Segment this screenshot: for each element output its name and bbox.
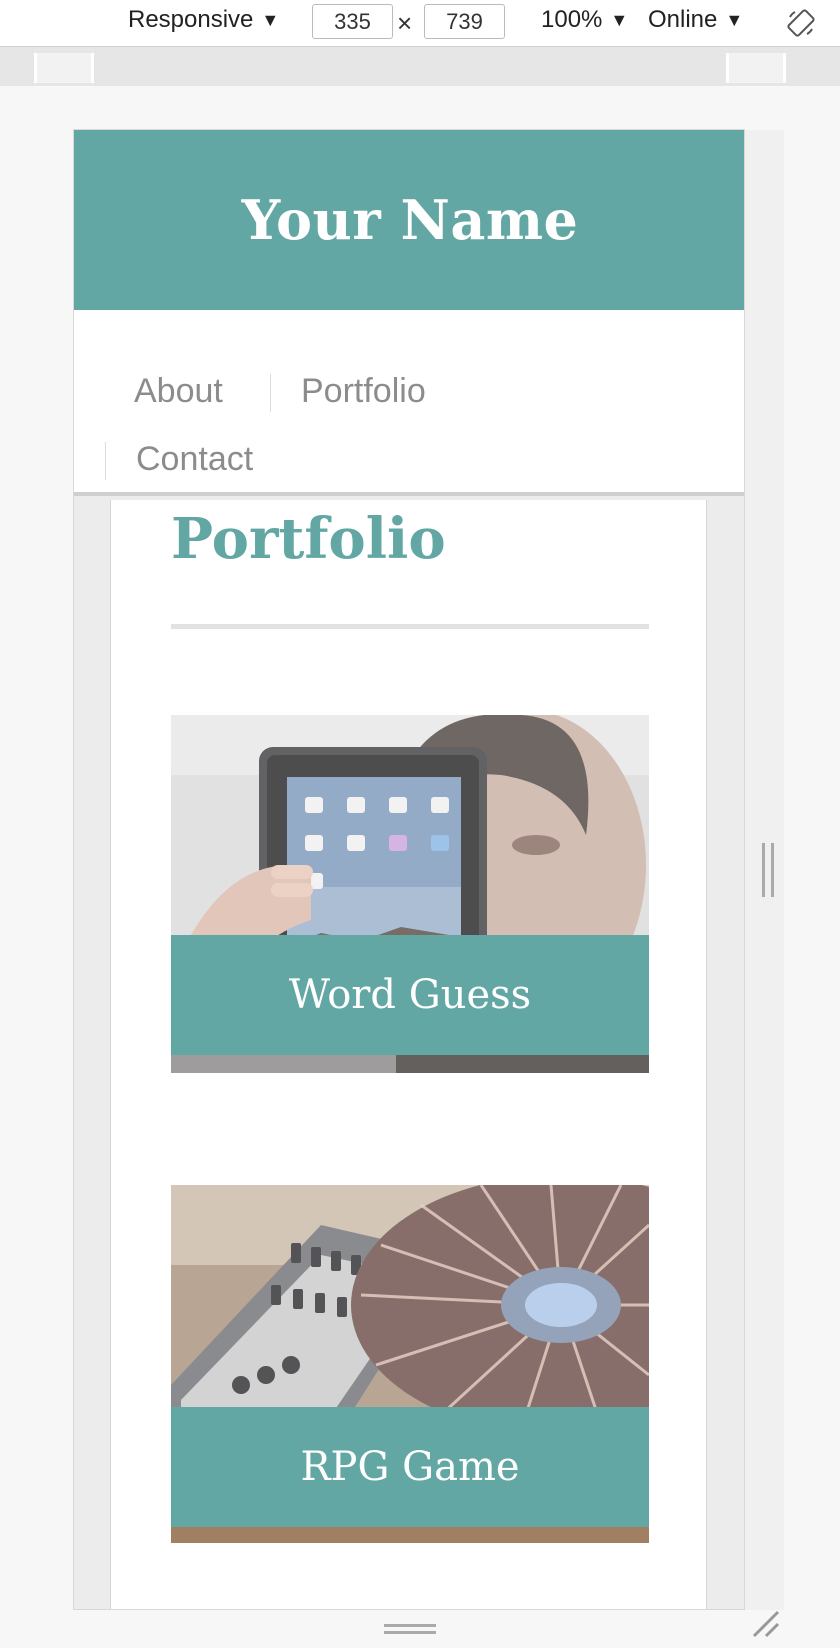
page-heading: Portfolio [171,506,446,572]
dropdown-arrow-icon: ▼ [610,9,629,30]
main-content: Portfolio Word Guess RPG Game [110,500,707,1609]
project-title: Word Guess [171,935,649,1055]
device-viewport: Your Name About Portfolio Contact Portfo… [73,129,745,1610]
nav-divider [105,442,106,480]
viewport-width-resize-handle[interactable] [760,843,776,897]
dimension-separator: × [397,8,413,38]
main-nav: About Portfolio Contact [74,310,744,496]
media-query-segment[interactable] [34,53,94,83]
nav-divider [270,374,271,412]
heading-divider [171,624,649,629]
dropdown-arrow-icon: ▼ [261,9,280,30]
nav-link-about[interactable]: About [134,372,223,411]
media-query-bar [0,47,840,86]
devtools-toolbar: Responsive ▼ 335 × 739 100% ▼ Online ▼ [0,0,840,47]
site-header: Your Name [74,130,744,310]
device-mode-select[interactable]: Responsive ▼ [128,6,279,34]
project-title: RPG Game [171,1407,649,1527]
zoom-select[interactable]: 100% ▼ [541,6,628,34]
viewport-height-resize-handle[interactable] [384,1622,436,1636]
media-query-segment[interactable] [726,53,786,83]
corner-resize-icon[interactable] [752,1610,780,1638]
nav-link-contact[interactable]: Contact [136,440,253,479]
width-input[interactable]: 335 [312,4,393,39]
device-mode-label: Responsive [128,6,254,33]
height-input[interactable]: 739 [424,4,505,39]
project-card-rpg-game[interactable]: RPG Game [171,1185,649,1543]
nav-link-portfolio[interactable]: Portfolio [301,372,426,411]
project-card-word-guess[interactable]: Word Guess [171,715,649,1073]
zoom-label: 100% [541,6,603,33]
network-throttle-select[interactable]: Online ▼ [648,6,743,34]
network-label: Online [648,6,718,33]
dropdown-arrow-icon: ▼ [725,9,744,30]
rotate-icon[interactable] [786,8,816,38]
site-title[interactable]: Your Name [242,188,579,252]
